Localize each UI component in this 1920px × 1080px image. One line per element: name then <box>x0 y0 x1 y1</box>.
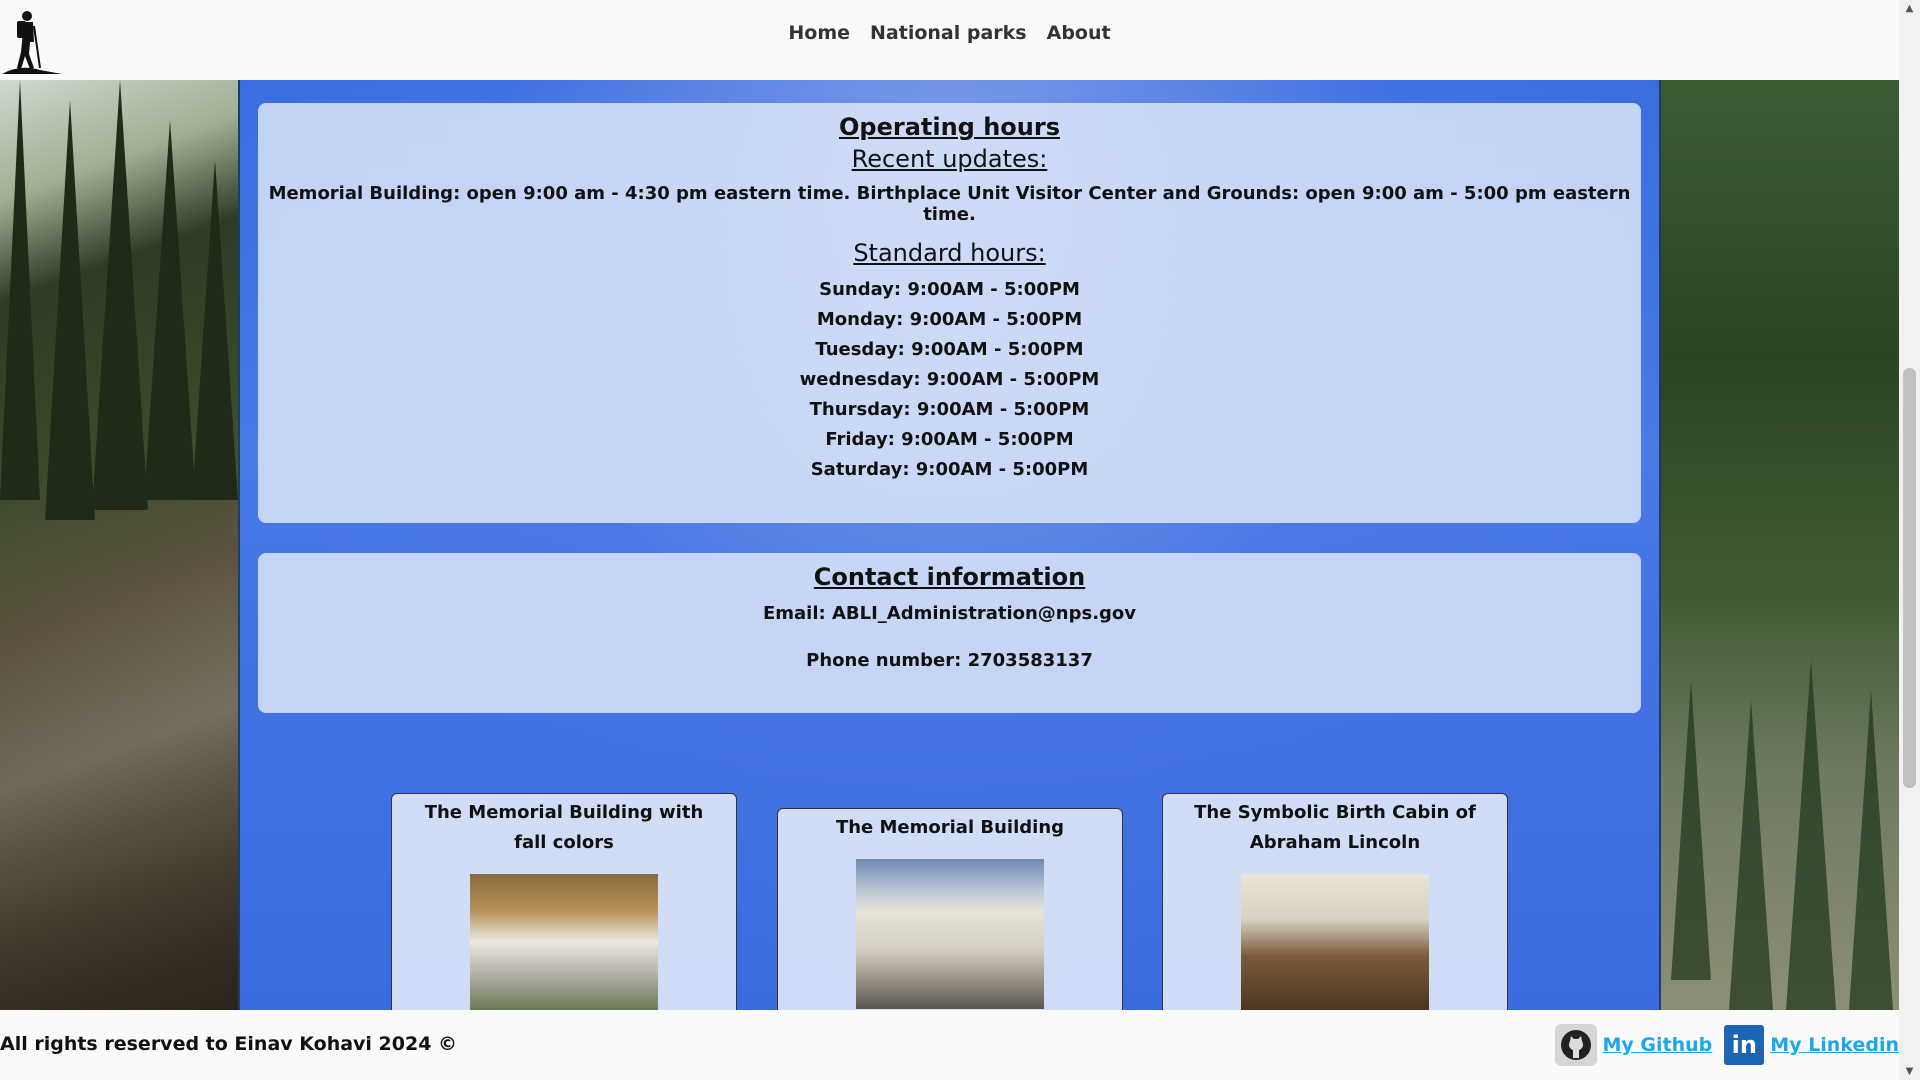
standard-hours-heading: Standard hours: <box>853 239 1046 267</box>
memorial-building-photo <box>856 859 1044 1009</box>
recent-updates-text: Memorial Building: open 9:00 am - 4:30 p… <box>268 183 1631 225</box>
nav-home-link[interactable]: Home <box>788 22 850 44</box>
contact-information-panel: Contact information Email: ABLI_Administ… <box>258 553 1641 713</box>
memorial-fall-colors-photo <box>470 874 658 1022</box>
nav-about-link[interactable]: About <box>1047 22 1111 44</box>
gallery-card: The Symbolic Birth Cabin of Abraham Linc… <box>1162 793 1508 1023</box>
hours-sunday: Sunday: 9:00AM - 5:00PM <box>819 279 1080 300</box>
scroll-down-arrow-icon[interactable]: ▼ <box>1899 1063 1920 1080</box>
site-footer: All rights reserved to Einav Kohavi 2024… <box>0 1010 1899 1080</box>
contact-email: Email: ABLI_Administration@nps.gov <box>762 603 1137 624</box>
hours-thursday: Thursday: 9:00AM - 5:00PM <box>809 399 1090 420</box>
operating-hours-heading: Operating hours <box>839 113 1060 141</box>
github-link[interactable]: My Github <box>1603 1034 1713 1056</box>
site-header: Home National parks About <box>0 0 1899 80</box>
contact-information-heading: Contact information <box>813 563 1086 591</box>
hours-saturday: Saturday: 9:00AM - 5:00PM <box>810 459 1089 480</box>
hours-tuesday: Tuesday: 9:00AM - 5:00PM <box>815 339 1084 360</box>
hours-wednesday: wednesday: 9:00AM - 5:00PM <box>799 369 1100 390</box>
scroll-up-arrow-icon[interactable]: ▲ <box>1899 0 1920 17</box>
gallery-card-title: The Symbolic Birth Cabin of Abraham Linc… <box>1194 802 1476 853</box>
nav-national-parks-link[interactable]: National parks <box>870 22 1027 44</box>
gallery-card: The Memorial Building <box>777 808 1123 1038</box>
social-links: My Github in My Linkedin <box>1554 1024 1899 1066</box>
linkedin-link[interactable]: My Linkedin <box>1770 1034 1899 1056</box>
gallery-card-title: The Memorial Building <box>835 817 1065 838</box>
github-icon[interactable] <box>1554 1024 1597 1066</box>
birth-cabin-photo <box>1241 874 1429 1022</box>
main-nav: Home National parks About <box>0 22 1899 44</box>
gallery-card-title: The Memorial Building with fall colors <box>424 802 704 853</box>
page-scrollbar[interactable]: ▲ ▼ <box>1899 0 1920 1080</box>
hours-monday: Monday: 9:00AM - 5:00PM <box>816 309 1083 330</box>
recent-updates-heading: Recent updates: <box>851 145 1048 173</box>
copyright-text: All rights reserved to Einav Kohavi 2024… <box>0 1033 458 1055</box>
linkedin-icon[interactable]: in <box>1724 1025 1765 1065</box>
contact-phone: Phone number: 2703583137 <box>806 650 1093 671</box>
scrollbar-thumb[interactable] <box>1903 368 1916 788</box>
gallery-card: The Memorial Building with fall colors <box>391 793 737 1023</box>
operating-hours-panel: Operating hours Recent updates: Memorial… <box>258 103 1641 523</box>
hours-friday: Friday: 9:00AM - 5:00PM <box>825 429 1074 450</box>
forest-background-right <box>1661 80 1899 1010</box>
forest-background-left <box>0 80 238 1010</box>
hours-list: Sunday: 9:00AM - 5:00PM Monday: 9:00AM -… <box>258 275 1641 485</box>
